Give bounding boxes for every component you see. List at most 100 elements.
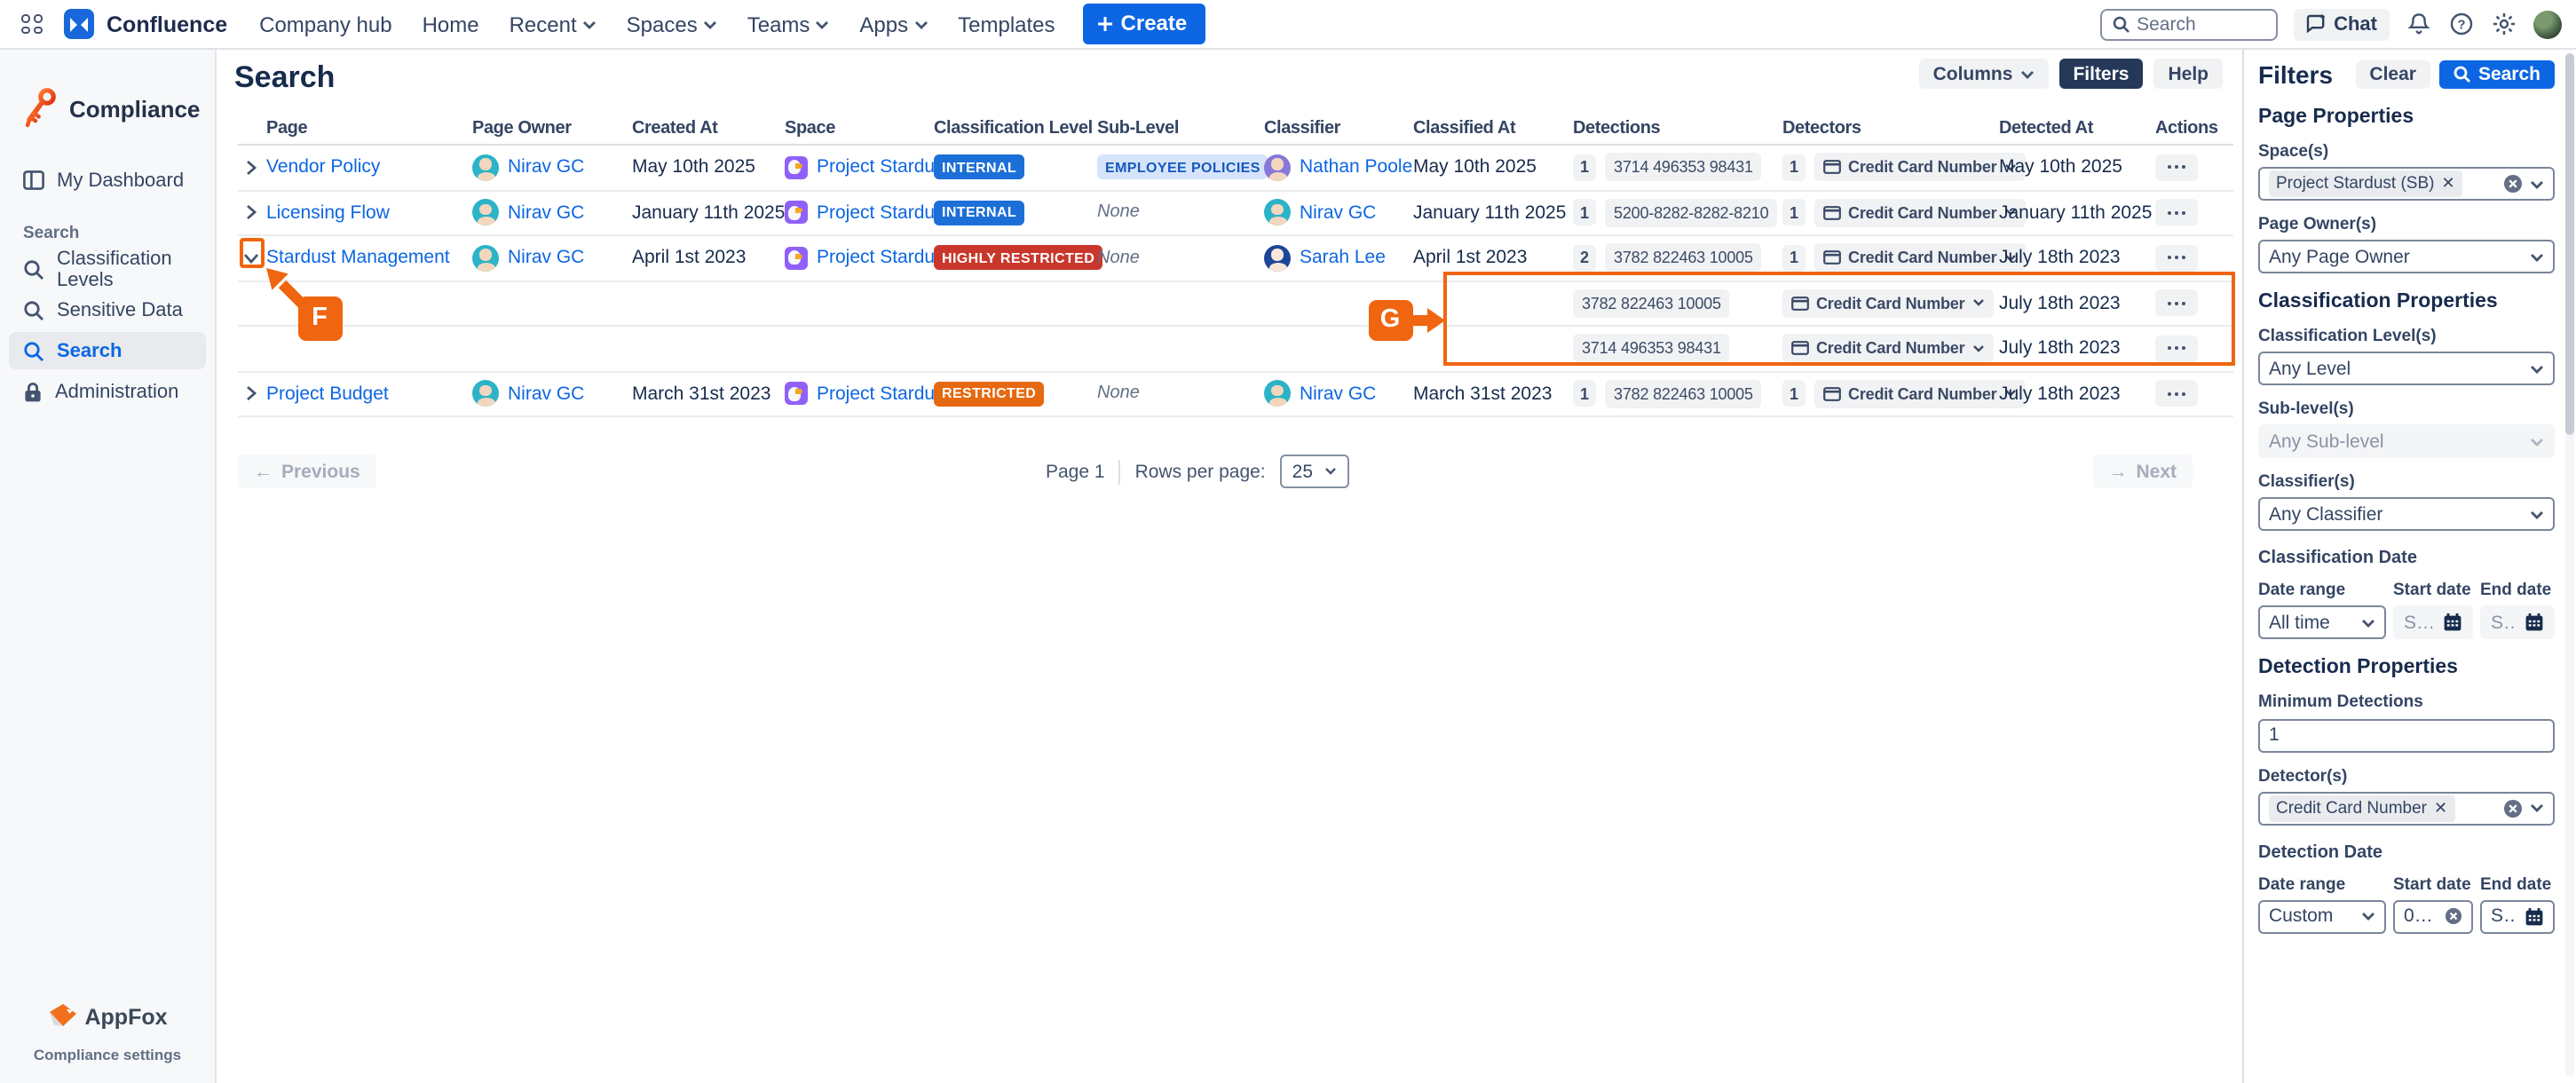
row-actions-button[interactable]: [2155, 154, 2198, 181]
detection-end-date[interactable]: Selec: [2480, 899, 2555, 933]
previous-page-button[interactable]: ←Previous: [238, 455, 376, 488]
classifier-select[interactable]: Any Classifier: [2258, 497, 2555, 531]
app-switcher-icon[interactable]: [16, 9, 48, 39]
sidebar-item-sensitive-data[interactable]: Sensitive Data: [9, 291, 206, 328]
create-button[interactable]: Create: [1084, 4, 1205, 44]
detector-chip[interactable]: Credit Card Number: [1814, 244, 2025, 273]
detector-chip[interactable]: Credit Card Number: [1814, 154, 2025, 182]
spaces-multiselect[interactable]: Project Stardust (SB)✕: [2258, 167, 2555, 201]
sidebar-app-title: Compliance: [69, 95, 200, 122]
next-page-button[interactable]: →Next: [2092, 455, 2193, 488]
classifier-link[interactable]: Nirav GC: [1300, 383, 1376, 405]
detection-date-range-select[interactable]: Custom: [2258, 899, 2386, 933]
avatar: [1264, 154, 1291, 181]
nav-item-recent[interactable]: Recent: [501, 4, 605, 43]
detections-count: 2: [1573, 245, 1596, 272]
user-avatar[interactable]: [2533, 10, 2562, 38]
clear-filters-button[interactable]: Clear: [2355, 60, 2430, 89]
classification-date-heading: Classification Date: [2258, 549, 2555, 568]
remove-chip-icon[interactable]: ✕: [2441, 174, 2454, 194]
classified-at: May 10th 2025: [1413, 157, 1573, 178]
classifier-link[interactable]: Sarah Lee: [1300, 248, 1386, 269]
classification-level-select[interactable]: Any Level: [2258, 352, 2555, 385]
nav-item-apps[interactable]: Apps: [850, 4, 936, 43]
page-owner-link[interactable]: Nirav GC: [508, 248, 584, 269]
avatar: [472, 245, 499, 272]
detectors-multiselect[interactable]: Credit Card Number✕: [2258, 791, 2555, 825]
row-actions-button[interactable]: [2155, 200, 2198, 226]
space-filter-chip: Project Stardust (SB)✕: [2269, 170, 2462, 197]
created-at: January 11th 2025: [632, 202, 785, 224]
page-link[interactable]: Vendor Policy: [266, 157, 380, 178]
table-header-row: Page Page Owner Created At Space Classif…: [238, 114, 2233, 146]
compliance-settings-link[interactable]: Compliance settings: [0, 1046, 215, 1063]
notifications-bell-icon[interactable]: [2406, 11, 2432, 37]
clear-field-icon[interactable]: [2503, 798, 2523, 818]
classification-date-range-select[interactable]: All time: [2258, 605, 2386, 639]
detection-start-date[interactable]: 01/0...: [2393, 899, 2473, 933]
remove-chip-icon[interactable]: ✕: [2434, 798, 2447, 818]
expand-chevron-right-icon[interactable]: [238, 201, 263, 225]
page-owners-select[interactable]: Any Page Owner: [2258, 240, 2555, 273]
detector-chip[interactable]: Credit Card Number: [1814, 199, 2025, 227]
settings-gear-icon[interactable]: [2491, 11, 2517, 37]
sidebar-item-my-dashboard[interactable]: My Dashboard: [9, 162, 206, 199]
nav-item-templates[interactable]: Templates: [949, 4, 1063, 43]
minimum-detections-label: Minimum Detections: [2258, 692, 2555, 712]
search-results-main: Search Columns Filters Help Page Page Ow…: [217, 50, 2242, 1083]
col-header-classification-level: Classification Level: [934, 119, 1097, 138]
classifier-link[interactable]: Nathan Poole: [1300, 157, 1412, 178]
apply-search-button[interactable]: Search: [2439, 60, 2555, 89]
annotation-label-g: G: [1368, 299, 1412, 341]
page-owner-link[interactable]: Nirav GC: [508, 202, 584, 224]
section-detection-properties: Detection Properties: [2258, 657, 2555, 678]
clear-field-icon[interactable]: [2503, 174, 2523, 194]
minimum-detections-input[interactable]: [2258, 718, 2555, 752]
page-link[interactable]: Project Budget: [266, 383, 389, 405]
space-link[interactable]: Project Stardust: [817, 202, 949, 224]
page-owner-link[interactable]: Nirav GC: [508, 383, 584, 405]
nav-item-spaces[interactable]: Spaces: [618, 4, 726, 43]
nav-item-company-hub[interactable]: Company hub: [250, 4, 400, 43]
confluence-logo-icon[interactable]: [64, 9, 94, 39]
vertical-scrollbar[interactable]: [2565, 53, 2574, 1076]
help-button[interactable]: Help: [2153, 59, 2223, 89]
page-owner-link[interactable]: Nirav GC: [508, 157, 584, 178]
global-search-input[interactable]: [2099, 8, 2277, 40]
fox-icon: [47, 1003, 77, 1030]
sub-level-none: None: [1097, 384, 1140, 404]
end-date-label: End date: [2480, 581, 2555, 600]
page-link[interactable]: Licensing Flow: [266, 202, 390, 224]
page-link[interactable]: Stardust Management: [266, 248, 450, 269]
clear-field-icon[interactable]: [2445, 907, 2462, 925]
classifier-link[interactable]: Nirav GC: [1300, 202, 1376, 224]
rows-per-page-select[interactable]: 25: [1280, 455, 1348, 488]
space-link[interactable]: Project Stardust: [817, 383, 949, 405]
sidebar-item-administration[interactable]: Administration: [9, 373, 206, 410]
space-link[interactable]: Project Stardust: [817, 157, 949, 178]
sub-level-select: Any Sub-level: [2258, 424, 2555, 458]
sidebar-item-search[interactable]: Search: [9, 332, 206, 369]
expand-chevron-right-icon[interactable]: [238, 155, 263, 180]
nav-item-teams[interactable]: Teams: [739, 4, 839, 43]
chevron-down-icon: [2019, 68, 2034, 79]
avatar: [472, 381, 499, 407]
chevron-down-icon: [2361, 617, 2375, 628]
scrollbar-thumb[interactable]: [2565, 53, 2574, 435]
detected-at: January 11th 2025: [1999, 202, 2155, 224]
classified-at: March 31st 2023: [1413, 383, 1573, 405]
credit-card-icon: [1823, 251, 1841, 265]
row-actions-button[interactable]: [2155, 245, 2198, 272]
space-link[interactable]: Project Stardust: [817, 248, 949, 269]
help-question-icon[interactable]: ?: [2448, 11, 2475, 37]
chat-button[interactable]: Chat: [2293, 8, 2390, 40]
chevron-down-icon: [2361, 911, 2375, 921]
columns-button[interactable]: Columns: [1919, 59, 2049, 89]
chevron-down-icon: [2530, 363, 2544, 374]
expand-chevron-right-icon[interactable]: [238, 382, 263, 407]
row-actions-button[interactable]: [2155, 381, 2198, 407]
filters-toggle-button[interactable]: Filters: [2058, 59, 2143, 89]
sidebar-item-classification-levels[interactable]: Classification Levels: [9, 250, 206, 288]
nav-item-home[interactable]: Home: [414, 4, 488, 43]
detector-chip[interactable]: Credit Card Number: [1814, 380, 2025, 408]
